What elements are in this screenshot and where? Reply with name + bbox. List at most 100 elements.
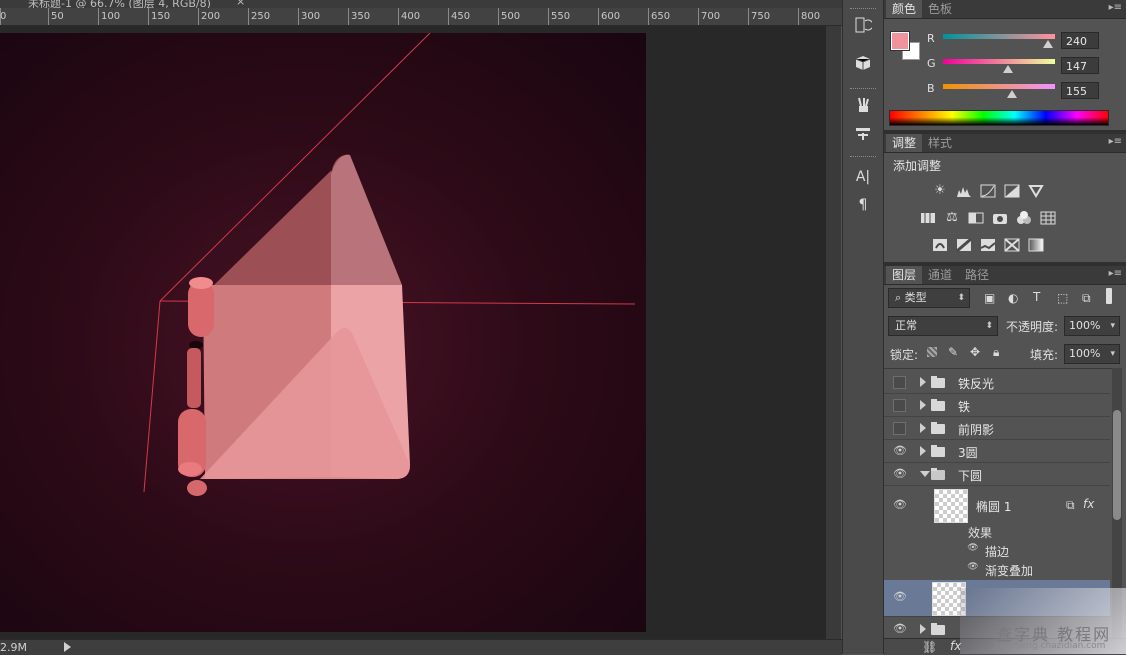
brush-presets-icon[interactable] [852, 96, 874, 118]
tab-layers[interactable]: 图层 [886, 266, 923, 284]
exposure-icon[interactable] [1004, 184, 1020, 198]
layer-group-row[interactable]: 👁︎ 下圆 [884, 463, 1110, 486]
expand-arrow-icon[interactable] [920, 423, 926, 433]
visibility-toggle[interactable] [893, 399, 906, 412]
link-layers-icon[interactable]: ⛓ [922, 640, 937, 654]
tab-color[interactable]: 颜色 [886, 0, 923, 18]
r-slider[interactable] [943, 34, 1055, 39]
strip-grip[interactable] [850, 88, 876, 92]
opacity-value: 100% [1069, 319, 1101, 332]
visibility-toggle[interactable] [893, 422, 906, 435]
color-balance-icon[interactable]: ⚖ [944, 211, 960, 225]
tab-channels[interactable]: 通道 [922, 266, 958, 284]
invert-icon[interactable] [932, 238, 948, 252]
eye-icon[interactable]: 👁︎ [893, 590, 907, 604]
tab-swatches[interactable]: 色板 [922, 0, 958, 18]
status-menu-arrow-icon[interactable] [64, 642, 71, 652]
tab-paths[interactable]: 路径 [959, 266, 995, 284]
b-value-field[interactable]: 155 [1061, 82, 1099, 99]
r-slider-thumb[interactable] [1043, 40, 1053, 48]
history-icon[interactable] [852, 16, 874, 38]
effect-stroke[interactable]: 描边 [985, 543, 1009, 560]
panel-menu-icon[interactable]: ▸≡ [1109, 2, 1122, 13]
layer-name: 椭圆 1 [976, 500, 1012, 514]
document-tab[interactable]: 未标题-1 @ 66.7% (图层 4, RGB/8) × [0, 0, 842, 8]
document-canvas[interactable] [0, 33, 646, 632]
r-value-field[interactable]: 240 [1061, 32, 1099, 49]
hue-saturation-icon[interactable] [920, 211, 936, 225]
curves-icon[interactable] [980, 184, 996, 198]
expand-arrow-icon[interactable] [920, 400, 926, 410]
blend-mode-select[interactable]: 正常 ⬍ [888, 316, 998, 336]
photo-filter-icon[interactable] [992, 211, 1008, 225]
visibility-toggle[interactable] [893, 376, 906, 389]
posterize-icon[interactable] [956, 237, 972, 253]
foreground-color-swatch[interactable] [890, 31, 910, 51]
levels-icon[interactable] [956, 184, 972, 198]
filter-toggle-icon[interactable] [1106, 288, 1112, 304]
layer-group-row[interactable]: 铁 [884, 394, 1110, 417]
layer-group-row[interactable]: 铁反光 [884, 371, 1110, 394]
link-icon[interactable]: ⧉ [1066, 498, 1075, 513]
channel-mixer-icon[interactable] [1016, 211, 1032, 225]
fill-field[interactable]: 100% ▾ [1064, 344, 1120, 364]
type-filter-icon[interactable]: T [1033, 290, 1040, 304]
panel-menu-icon[interactable]: ▸≡ [1109, 268, 1122, 279]
eye-icon[interactable]: 👁︎ [893, 444, 907, 458]
fx-icon[interactable]: fx [1083, 497, 1094, 511]
b-slider[interactable] [943, 84, 1055, 89]
panel-menu-icon[interactable]: ▸≡ [1109, 136, 1122, 147]
lock-position-move-icon[interactable]: ✥ [970, 345, 980, 359]
eye-icon[interactable]: 👁︎ [966, 543, 980, 557]
eye-icon[interactable]: 👁︎ [893, 622, 907, 636]
g-value-field[interactable]: 147 [1061, 57, 1099, 74]
vertical-scrollbar[interactable] [826, 26, 841, 639]
g-slider[interactable] [943, 59, 1055, 64]
3d-icon[interactable] [852, 54, 874, 76]
paragraph-icon[interactable]: ¶ [852, 194, 874, 216]
character-icon[interactable]: A| [852, 166, 874, 188]
lock-all-icon[interactable]: 🔒︎ [993, 345, 999, 360]
effect-gradient-overlay[interactable]: 渐变叠加 [985, 562, 1033, 579]
strip-grip[interactable] [850, 156, 876, 160]
brightness-icon[interactable]: ☀ [932, 184, 948, 198]
strip-grip[interactable] [850, 8, 876, 12]
lock-transparent-icon[interactable] [927, 347, 937, 357]
b-slider-thumb[interactable] [1007, 90, 1017, 98]
threshold-icon[interactable] [980, 238, 996, 252]
layer-group-row[interactable]: 👁︎ 3圆 [884, 440, 1110, 463]
blend-mode-value: 正常 [895, 319, 917, 332]
black-white-icon[interactable] [968, 211, 984, 225]
tab-adjustments[interactable]: 调整 [886, 134, 923, 152]
workspace[interactable] [0, 26, 826, 639]
color-spectrum-bar[interactable] [889, 110, 1109, 126]
layer-filter-kind[interactable]: ⌕ 类型 ⬍ [888, 288, 970, 308]
selective-color-icon[interactable] [1004, 238, 1020, 252]
lock-pixels-brush-icon[interactable]: ✎ [948, 345, 958, 359]
adjustment-filter-icon[interactable]: ◐ [1008, 291, 1018, 305]
vibrance-icon[interactable] [1028, 184, 1044, 198]
b-label: B [927, 82, 935, 95]
eye-icon[interactable]: 👁︎ [893, 498, 907, 512]
opacity-field[interactable]: 100% ▾ [1064, 316, 1120, 336]
color-lookup-icon[interactable] [1040, 211, 1056, 225]
close-tab-icon[interactable]: × [236, 0, 245, 8]
shape-layer-row[interactable]: 👁︎ 椭圆 1 ⧉ fx [884, 486, 1110, 526]
expand-arrow-icon[interactable] [920, 377, 926, 387]
scroll-thumb[interactable] [1113, 410, 1121, 520]
expand-arrow-icon[interactable] [920, 624, 926, 634]
eye-icon[interactable]: 👁︎ [893, 467, 907, 481]
doc-size: 2.9M [0, 641, 27, 654]
expand-arrow-icon[interactable] [920, 446, 926, 456]
tool-presets-icon[interactable] [852, 124, 874, 146]
pixel-filter-icon[interactable]: ▣ [984, 291, 995, 305]
hinge-foot [187, 480, 207, 496]
eye-icon[interactable]: 👁︎ [966, 562, 980, 576]
collapse-arrow-icon[interactable] [920, 471, 930, 477]
shape-filter-icon[interactable]: ⬚ [1057, 291, 1068, 305]
gradient-map-icon[interactable] [1028, 238, 1044, 252]
tab-styles[interactable]: 样式 [922, 134, 958, 152]
smart-object-filter-icon[interactable]: ⧉ [1082, 291, 1091, 306]
g-slider-thumb[interactable] [1003, 65, 1013, 73]
layer-group-row[interactable]: 前阴影 [884, 417, 1110, 440]
